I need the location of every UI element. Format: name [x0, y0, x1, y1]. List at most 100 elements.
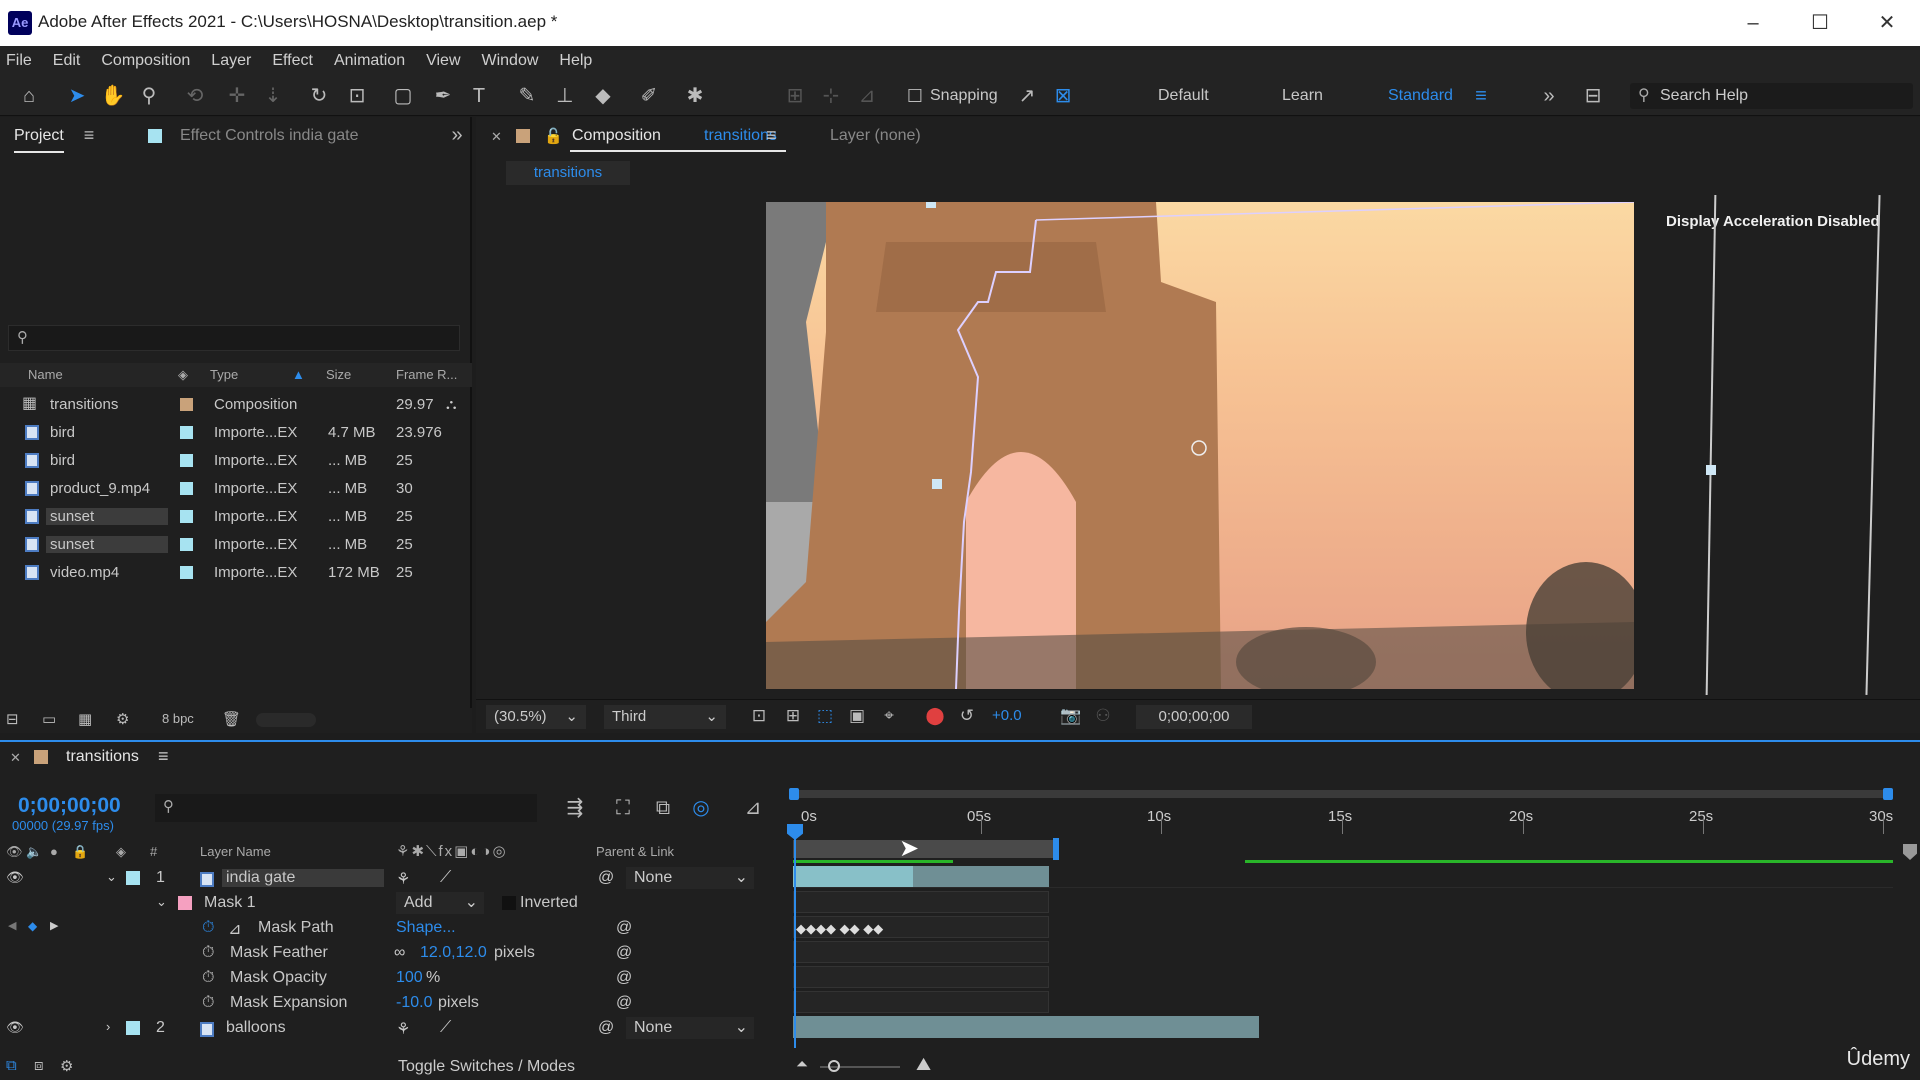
label-swatch[interactable]: [180, 566, 193, 579]
shy-switch-icon[interactable]: ⚘: [396, 1019, 410, 1039]
pick-whip-icon[interactable]: @: [598, 1019, 614, 1037]
work-area-bar[interactable]: [793, 840, 1055, 858]
mask-expansion-value[interactable]: -10.0: [396, 994, 432, 1012]
layer-name[interactable]: india gate: [222, 869, 384, 887]
local-axis-icon[interactable]: ⊞: [780, 82, 810, 110]
label-tag-icon[interactable]: ◈: [116, 844, 126, 860]
rotation-tool-icon[interactable]: ↻: [304, 82, 334, 110]
property-row-mask-expansion[interactable]: ⏱ Mask Expansion -10.0 pixels @: [0, 991, 790, 1016]
flowchart-icon[interactable]: ⛬: [446, 396, 457, 413]
home-icon[interactable]: ⌂: [14, 82, 44, 110]
property-row-mask-feather[interactable]: ⏱ Mask Feather ∞ 12.0,12.0 pixels @: [0, 941, 790, 966]
minimize-button[interactable]: –: [1733, 8, 1773, 38]
mask-path-track[interactable]: ◆◆◆◆ ◆◆ ◆◆: [793, 916, 1049, 938]
property-row-mask-opacity[interactable]: ⏱ Mask Opacity 100 % @: [0, 966, 790, 991]
expand-chevron-icon[interactable]: ⌄: [106, 869, 117, 885]
project-item[interactable]: video.mp4 Importe...EX 172 MB 25: [0, 558, 472, 586]
grid-guides-icon[interactable]: ⌖: [874, 702, 904, 730]
trash-icon[interactable]: 🗑: [222, 710, 241, 728]
work-area-end-handle[interactable]: [1053, 838, 1059, 860]
resolution-dropdown[interactable]: Third ⌄: [604, 705, 726, 729]
brush-tool-icon[interactable]: ✎: [512, 82, 542, 110]
timeline-current-time[interactable]: 0;00;00;00: [18, 794, 121, 818]
reset-exposure-icon[interactable]: ↺: [952, 702, 982, 730]
quality-switch-icon[interactable]: ⟋: [440, 869, 451, 887]
bit-depth-button[interactable]: 8 bpc: [162, 711, 194, 726]
workspace-learn[interactable]: Learn: [1282, 87, 1323, 105]
pick-whip-icon[interactable]: @: [598, 869, 614, 887]
stopwatch-icon[interactable]: ⏱: [202, 944, 214, 962]
toggle-switches-modes-button[interactable]: Toggle Switches / Modes: [398, 1058, 575, 1076]
orbit-camera-icon[interactable]: ⟲: [180, 82, 210, 110]
layer-row-balloons[interactable]: 👁 › 2 balloons ⚘ ⟋ @ None ⌄: [0, 1016, 790, 1041]
timeline-search-input[interactable]: ⚲: [155, 794, 537, 822]
visibility-eye-icon[interactable]: 👁: [6, 869, 24, 886]
stopwatch-icon[interactable]: ⏱: [202, 994, 214, 1012]
bounding-handle[interactable]: [932, 479, 942, 489]
panel-menu-icon[interactable]: ≡: [74, 121, 104, 149]
show-snapshot-icon[interactable]: ⚇: [1088, 702, 1118, 730]
layer-switches-icon[interactable]: ⧉: [6, 1057, 17, 1074]
keyframe-icon[interactable]: ◆◆◆◆ ◆◆ ◆◆: [796, 921, 883, 937]
motion-blur-icon[interactable]: ◎: [686, 794, 716, 822]
comp-end-marker[interactable]: [1903, 844, 1917, 860]
zoom-tool-icon[interactable]: ⚲: [134, 82, 164, 110]
navigator-start-handle[interactable]: [789, 788, 799, 800]
mask-color-swatch[interactable]: [178, 896, 192, 910]
mask-name[interactable]: Mask 1: [204, 894, 256, 912]
col-layer-name[interactable]: Layer Name: [200, 844, 271, 859]
close-tab-icon[interactable]: ✕: [491, 129, 502, 145]
sync-settings-icon[interactable]: ⊟: [1578, 82, 1608, 110]
snap-edges-icon[interactable]: ↗: [1012, 82, 1042, 110]
more-workspaces-icon[interactable]: »: [1534, 82, 1564, 110]
parent-dropdown[interactable]: None ⌄: [626, 1017, 754, 1039]
project-item[interactable]: sunset Importe...EX ... MB 25: [0, 502, 472, 530]
frame-blending-icon[interactable]: ⧉: [648, 794, 678, 822]
dolly-camera-icon[interactable]: ⇣: [258, 82, 288, 110]
visibility-eye-icon[interactable]: 👁: [6, 1019, 24, 1036]
layer-name[interactable]: balloons: [226, 1019, 286, 1037]
next-keyframe-icon[interactable]: ▶: [50, 919, 58, 932]
col-type[interactable]: Type: [210, 367, 238, 382]
mask-feather-track[interactable]: [793, 941, 1049, 963]
project-settings-icon[interactable]: ⚙: [116, 710, 129, 728]
pen-tool-icon[interactable]: ✒: [428, 82, 458, 110]
stopwatch-icon[interactable]: ⏱: [202, 919, 214, 937]
pan-behind-tool-icon[interactable]: ⊡: [342, 82, 372, 110]
bounding-handle[interactable]: [926, 202, 936, 208]
col-frame-rate[interactable]: Frame R...: [396, 367, 457, 382]
tab-project[interactable]: Project: [14, 127, 64, 153]
thumbnail-slider[interactable]: [256, 713, 316, 727]
label-swatch[interactable]: [180, 398, 193, 411]
navigator-end-handle[interactable]: [1883, 788, 1893, 800]
comp-mini-flowchart-icon[interactable]: ⇶: [560, 794, 590, 822]
time-navigator[interactable]: [793, 790, 1893, 798]
shy-switch-icon[interactable]: ⚘: [396, 869, 410, 889]
tab-composition-prefix[interactable]: Composition: [572, 127, 661, 145]
snapshot-camera-icon[interactable]: 📷: [1056, 702, 1086, 730]
workspace-default[interactable]: Default: [1158, 87, 1209, 105]
mask-row[interactable]: ⌄ Mask 1 Add ⌄ Inverted: [0, 891, 790, 916]
menu-window[interactable]: Window: [482, 52, 539, 70]
menu-animation[interactable]: Animation: [334, 52, 405, 70]
label-swatch[interactable]: [180, 510, 193, 523]
layer-bar-balloons[interactable]: [793, 1016, 1259, 1038]
menu-help[interactable]: Help: [559, 52, 592, 70]
composition-viewer[interactable]: [766, 202, 1634, 689]
view-axis-icon[interactable]: ⊿: [852, 82, 882, 110]
solo-icon[interactable]: ●: [50, 844, 58, 859]
channel-rgb-icon[interactable]: ⬤: [920, 702, 950, 730]
inverted-checkbox[interactable]: [502, 896, 516, 910]
magnification-dropdown[interactable]: (30.5%) ⌄: [486, 705, 586, 729]
close-tab-icon[interactable]: ✕: [10, 750, 21, 766]
label-swatch[interactable]: [180, 482, 193, 495]
stopwatch-icon[interactable]: ⏱: [202, 969, 214, 987]
selection-tool-icon[interactable]: ➤: [62, 82, 92, 110]
prev-keyframe-icon[interactable]: ◀: [8, 919, 16, 932]
quality-switch-icon[interactable]: ⟋: [440, 1019, 451, 1037]
interpret-footage-icon[interactable]: ⊟: [6, 710, 19, 728]
zoom-slider-handle[interactable]: [828, 1060, 840, 1072]
roto-brush-tool-icon[interactable]: ✐: [634, 82, 664, 110]
project-search-input[interactable]: ⚲: [8, 325, 460, 351]
new-folder-icon[interactable]: ▭: [42, 710, 56, 728]
